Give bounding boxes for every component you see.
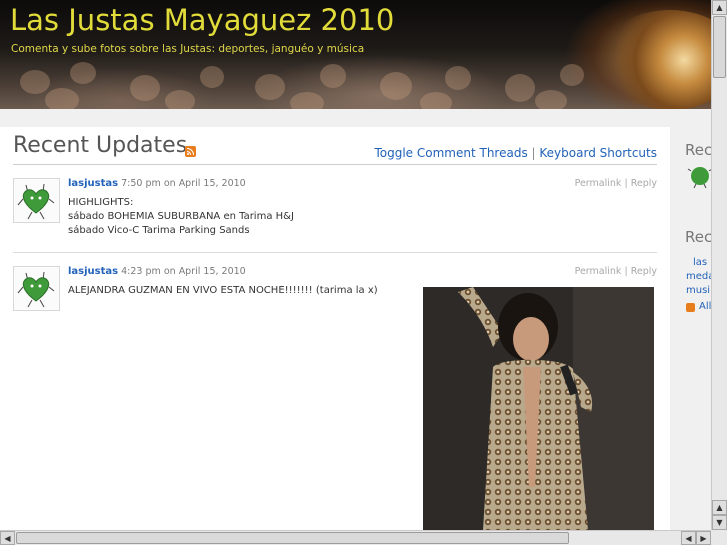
post-line: sábado BOHEMIA SUBURBANA en Tarima H&J: [68, 211, 294, 222]
post-divider: [13, 252, 657, 253]
sidebar-avatar[interactable]: [687, 163, 711, 193]
rss-feed-icon[interactable]: [686, 303, 695, 312]
post-time: 7:50 pm: [121, 178, 161, 189]
sidebar-link[interactable]: las: [693, 257, 707, 268]
site-title[interactable]: Las Justas Mayaguez 2010: [10, 3, 394, 37]
permalink-link[interactable]: Permalink: [575, 178, 622, 189]
post-on: on: [163, 178, 176, 189]
vertical-scrollbar[interactable]: ▲ ▲ ▼: [711, 0, 727, 530]
action-separator: |: [624, 178, 628, 189]
singer-photo-image: [423, 287, 654, 530]
right-sidebar: Rec Rec las meda musi All: [670, 127, 711, 530]
post-author[interactable]: lasjustas: [68, 266, 118, 277]
sidebar-heading-recent-2: Rec: [685, 228, 711, 246]
vertical-scroll-thumb[interactable]: [713, 16, 726, 78]
toggle-comment-threads-link[interactable]: Toggle Comment Threads: [374, 146, 527, 160]
scroll-left-arrow-icon[interactable]: ◀: [681, 531, 696, 545]
post-content: HIGHLIGHTS: sábado BOHEMIA SUBURBANA en …: [68, 196, 294, 238]
scroll-right-arrow-icon[interactable]: ▶: [696, 531, 711, 545]
post-on: on: [163, 266, 176, 277]
green-heart-mascot-icon: [17, 183, 55, 220]
avatar[interactable]: [13, 266, 60, 311]
horizontal-scrollbar[interactable]: ◀ ◀ ▶: [0, 530, 711, 545]
scroll-up-arrow-icon[interactable]: ▲: [712, 0, 727, 15]
rss-feed-icon[interactable]: [185, 146, 196, 157]
keyboard-shortcuts-link[interactable]: Keyboard Shortcuts: [539, 146, 657, 160]
post-time: 4:23 pm: [121, 266, 161, 277]
post-actions: Permalink | Reply: [575, 178, 657, 189]
post-content: ALEJANDRA GUZMAN EN VIVO ESTA NOCHE!!!!!…: [68, 284, 378, 298]
scrollbar-corner: [711, 530, 727, 545]
link-separator: |: [531, 146, 536, 160]
page-title: Recent Updates: [13, 133, 188, 158]
reply-link[interactable]: Reply: [631, 266, 657, 277]
permalink-link[interactable]: Permalink: [575, 266, 622, 277]
horizontal-scroll-thumb[interactable]: [16, 532, 569, 544]
sidebar-link[interactable]: meda: [686, 271, 711, 282]
browser-viewport: Las Justas Mayaguez 2010 Comenta y sube …: [0, 0, 711, 530]
post-actions: Permalink | Reply: [575, 266, 657, 277]
green-heart-mascot-icon: [17, 271, 55, 308]
post-meta: lasjustas 4:23 pm on April 15, 2010: [68, 266, 246, 277]
main-content: Recent Updates Toggle Comment Threads | …: [0, 127, 670, 530]
sidebar-all-link[interactable]: All: [699, 301, 711, 312]
post: lasjustas 7:50 pm on April 15, 2010 Perm…: [13, 178, 657, 258]
scroll-left-arrow-icon[interactable]: ◀: [0, 531, 15, 545]
post-line: ALEJANDRA GUZMAN EN VIVO ESTA NOCHE!!!!!…: [68, 285, 378, 296]
scroll-up-arrow-icon[interactable]: ▲: [712, 500, 727, 515]
scroll-down-arrow-icon[interactable]: ▼: [712, 515, 727, 530]
header-photo-horn: [600, 10, 711, 109]
post-date: April 15, 2010: [178, 266, 246, 277]
post-photo[interactable]: [423, 287, 654, 530]
action-separator: |: [624, 266, 628, 277]
title-divider: [13, 164, 657, 165]
post-author[interactable]: lasjustas: [68, 178, 118, 189]
sidebar-heading-recent-1: Rec: [685, 141, 711, 159]
header-links: Toggle Comment Threads | Keyboard Shortc…: [374, 146, 657, 160]
sidebar-link[interactable]: musi: [686, 285, 710, 296]
post-date: April 15, 2010: [178, 178, 246, 189]
post-line: HIGHLIGHTS:: [68, 197, 134, 208]
site-header: Las Justas Mayaguez 2010 Comenta y sube …: [0, 0, 711, 109]
post-meta: lasjustas 7:50 pm on April 15, 2010: [68, 178, 246, 189]
site-description: Comenta y sube fotos sobre las Justas: d…: [11, 43, 365, 55]
green-mascot-icon: [687, 167, 711, 189]
avatar[interactable]: [13, 178, 60, 223]
reply-link[interactable]: Reply: [631, 178, 657, 189]
post-line: sábado Vico-C Tarima Parking Sands: [68, 225, 250, 236]
